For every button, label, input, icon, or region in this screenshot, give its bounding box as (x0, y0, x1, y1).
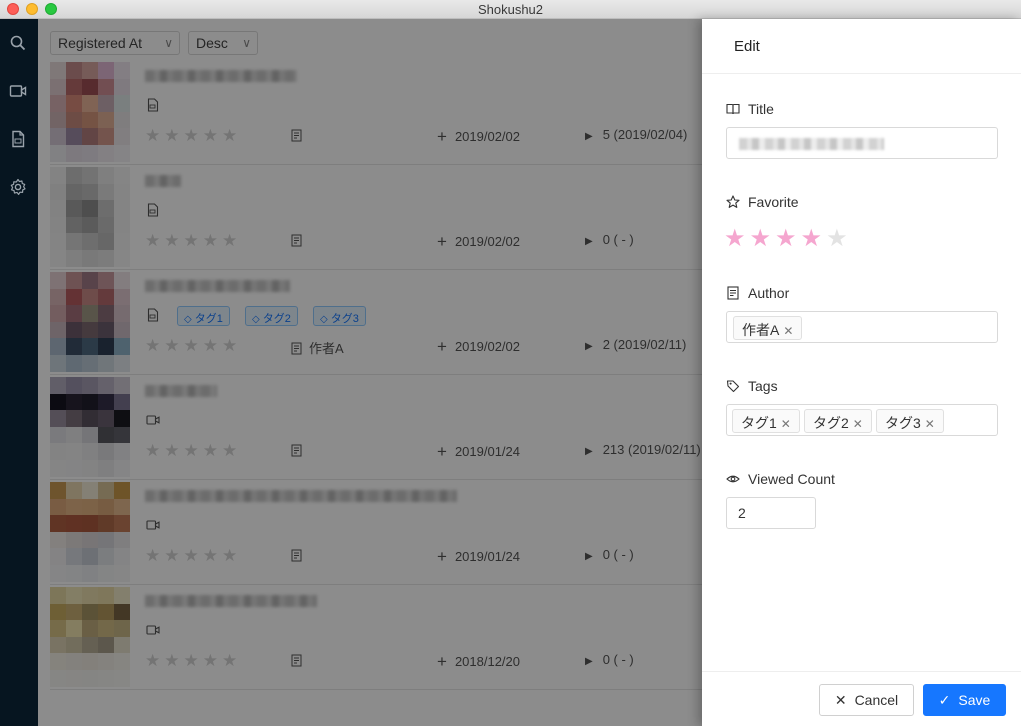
close-icon: ✕ (834, 692, 847, 708)
drawer-title: Edit (734, 38, 760, 55)
window-title: Shokushu2 (477, 2, 544, 17)
close-icon[interactable]: ✕ (925, 417, 935, 431)
save-button-label: Save (958, 692, 991, 708)
favorite-field-label: Favorite (726, 194, 799, 210)
author-field-label: Author (726, 285, 789, 301)
star-outline-icon (726, 195, 740, 208)
tags-field-label: Tags (726, 378, 778, 394)
rating-star-3[interactable]: ★ (775, 225, 801, 252)
rating-star-1[interactable]: ★ (724, 225, 750, 252)
title-input[interactable] (726, 127, 998, 159)
cancel-button[interactable]: ✕ Cancel (819, 684, 914, 716)
drawer-header: Edit (702, 19, 1021, 74)
author-chip: 作者A ✕ (733, 316, 803, 340)
title-label-text: Title (748, 101, 774, 117)
author-select[interactable]: 作者A ✕ (726, 311, 998, 343)
video-icon[interactable] (9, 82, 27, 100)
author-label-text: Author (748, 285, 790, 301)
window-titlebar: Shokushu2 (0, 0, 1021, 19)
check-icon: ✓ (938, 692, 951, 708)
close-icon[interactable]: ✕ (781, 417, 791, 431)
favorite-rating[interactable]: ★★★★★ (724, 224, 852, 253)
drawer-backdrop[interactable] (38, 19, 702, 726)
viewed-count-field-label: Viewed Count (726, 471, 835, 487)
file-icon[interactable] (9, 130, 27, 148)
tag-chip: タグ2 ✕ (804, 409, 872, 433)
search-icon[interactable] (9, 34, 27, 52)
tags-select[interactable]: タグ1 ✕ タグ2 ✕ タグ3 ✕ (726, 404, 998, 436)
tag-icon (726, 380, 740, 393)
cancel-button-label: Cancel (854, 692, 899, 708)
save-button[interactable]: ✓ Save (923, 684, 1006, 716)
eye-icon (726, 475, 740, 483)
close-icon[interactable]: ✕ (783, 324, 793, 338)
tag-chip-label: タグ2 (813, 415, 849, 431)
book-icon (726, 103, 740, 115)
title-value-blurred (739, 138, 884, 150)
tags-label-text: Tags (748, 378, 778, 394)
gear-icon[interactable] (9, 178, 27, 196)
edit-drawer: Edit Title Favorite ★★★★★ Author 作者A ✕ Ta… (702, 19, 1021, 726)
close-icon[interactable]: ✕ (853, 417, 863, 431)
author-icon (727, 286, 739, 300)
author-chip-label: 作者A (742, 322, 780, 338)
tag-chip-label: タグ1 (741, 415, 777, 431)
tag-chip: タグ3 ✕ (876, 409, 944, 433)
rating-star-2[interactable]: ★ (750, 225, 776, 252)
sidebar (0, 19, 38, 726)
tag-chip: タグ1 ✕ (732, 409, 800, 433)
viewed-count-label-text: Viewed Count (748, 471, 835, 487)
rating-star-4[interactable]: ★ (801, 225, 827, 252)
viewed-count-input[interactable]: 2 (726, 497, 816, 529)
favorite-label-text: Favorite (748, 194, 799, 210)
rating-star-5[interactable]: ★ (826, 225, 852, 252)
drawer-footer: ✕ Cancel ✓ Save (702, 671, 1021, 726)
tag-chip-label: タグ3 (885, 415, 921, 431)
title-field-label: Title (726, 101, 774, 117)
